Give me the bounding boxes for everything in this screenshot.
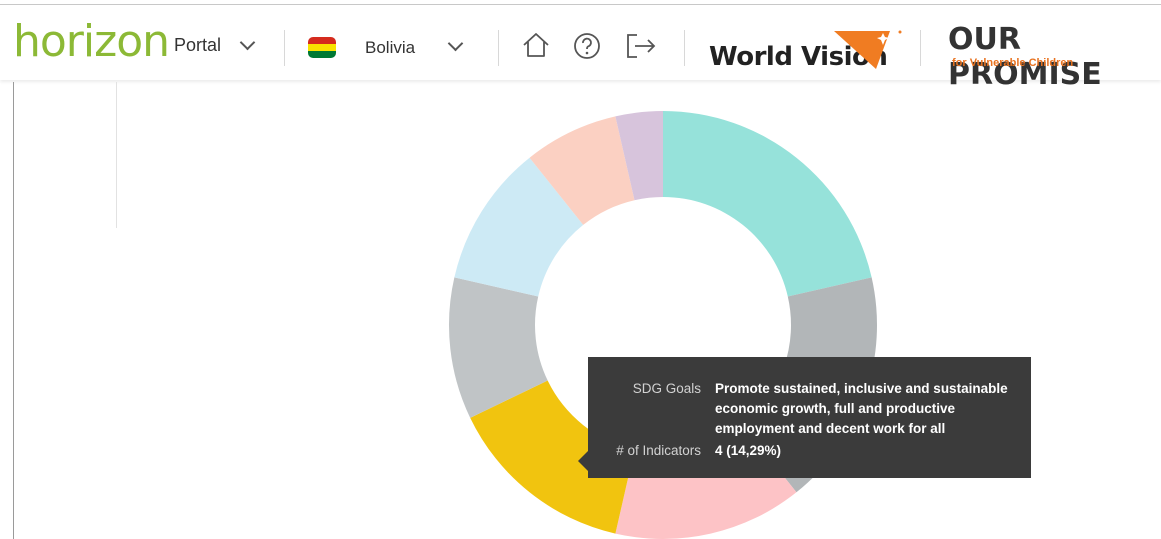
tooltip-label-sdg: SDG Goals — [632, 381, 701, 396]
tooltip-arrow — [578, 451, 588, 471]
tooltip-value-indicators: 4 (14,29%) — [715, 443, 782, 458]
tooltip-value-sdg: Promote sustained, inclusive and sustain… — [715, 381, 1008, 436]
donut-slice-1[interactable] — [663, 111, 872, 297]
chart-tooltip: SDG Goals Promote sustained, inclusive a… — [578, 357, 1031, 478]
tooltip-label-indicators: # of Indicators — [616, 443, 701, 458]
